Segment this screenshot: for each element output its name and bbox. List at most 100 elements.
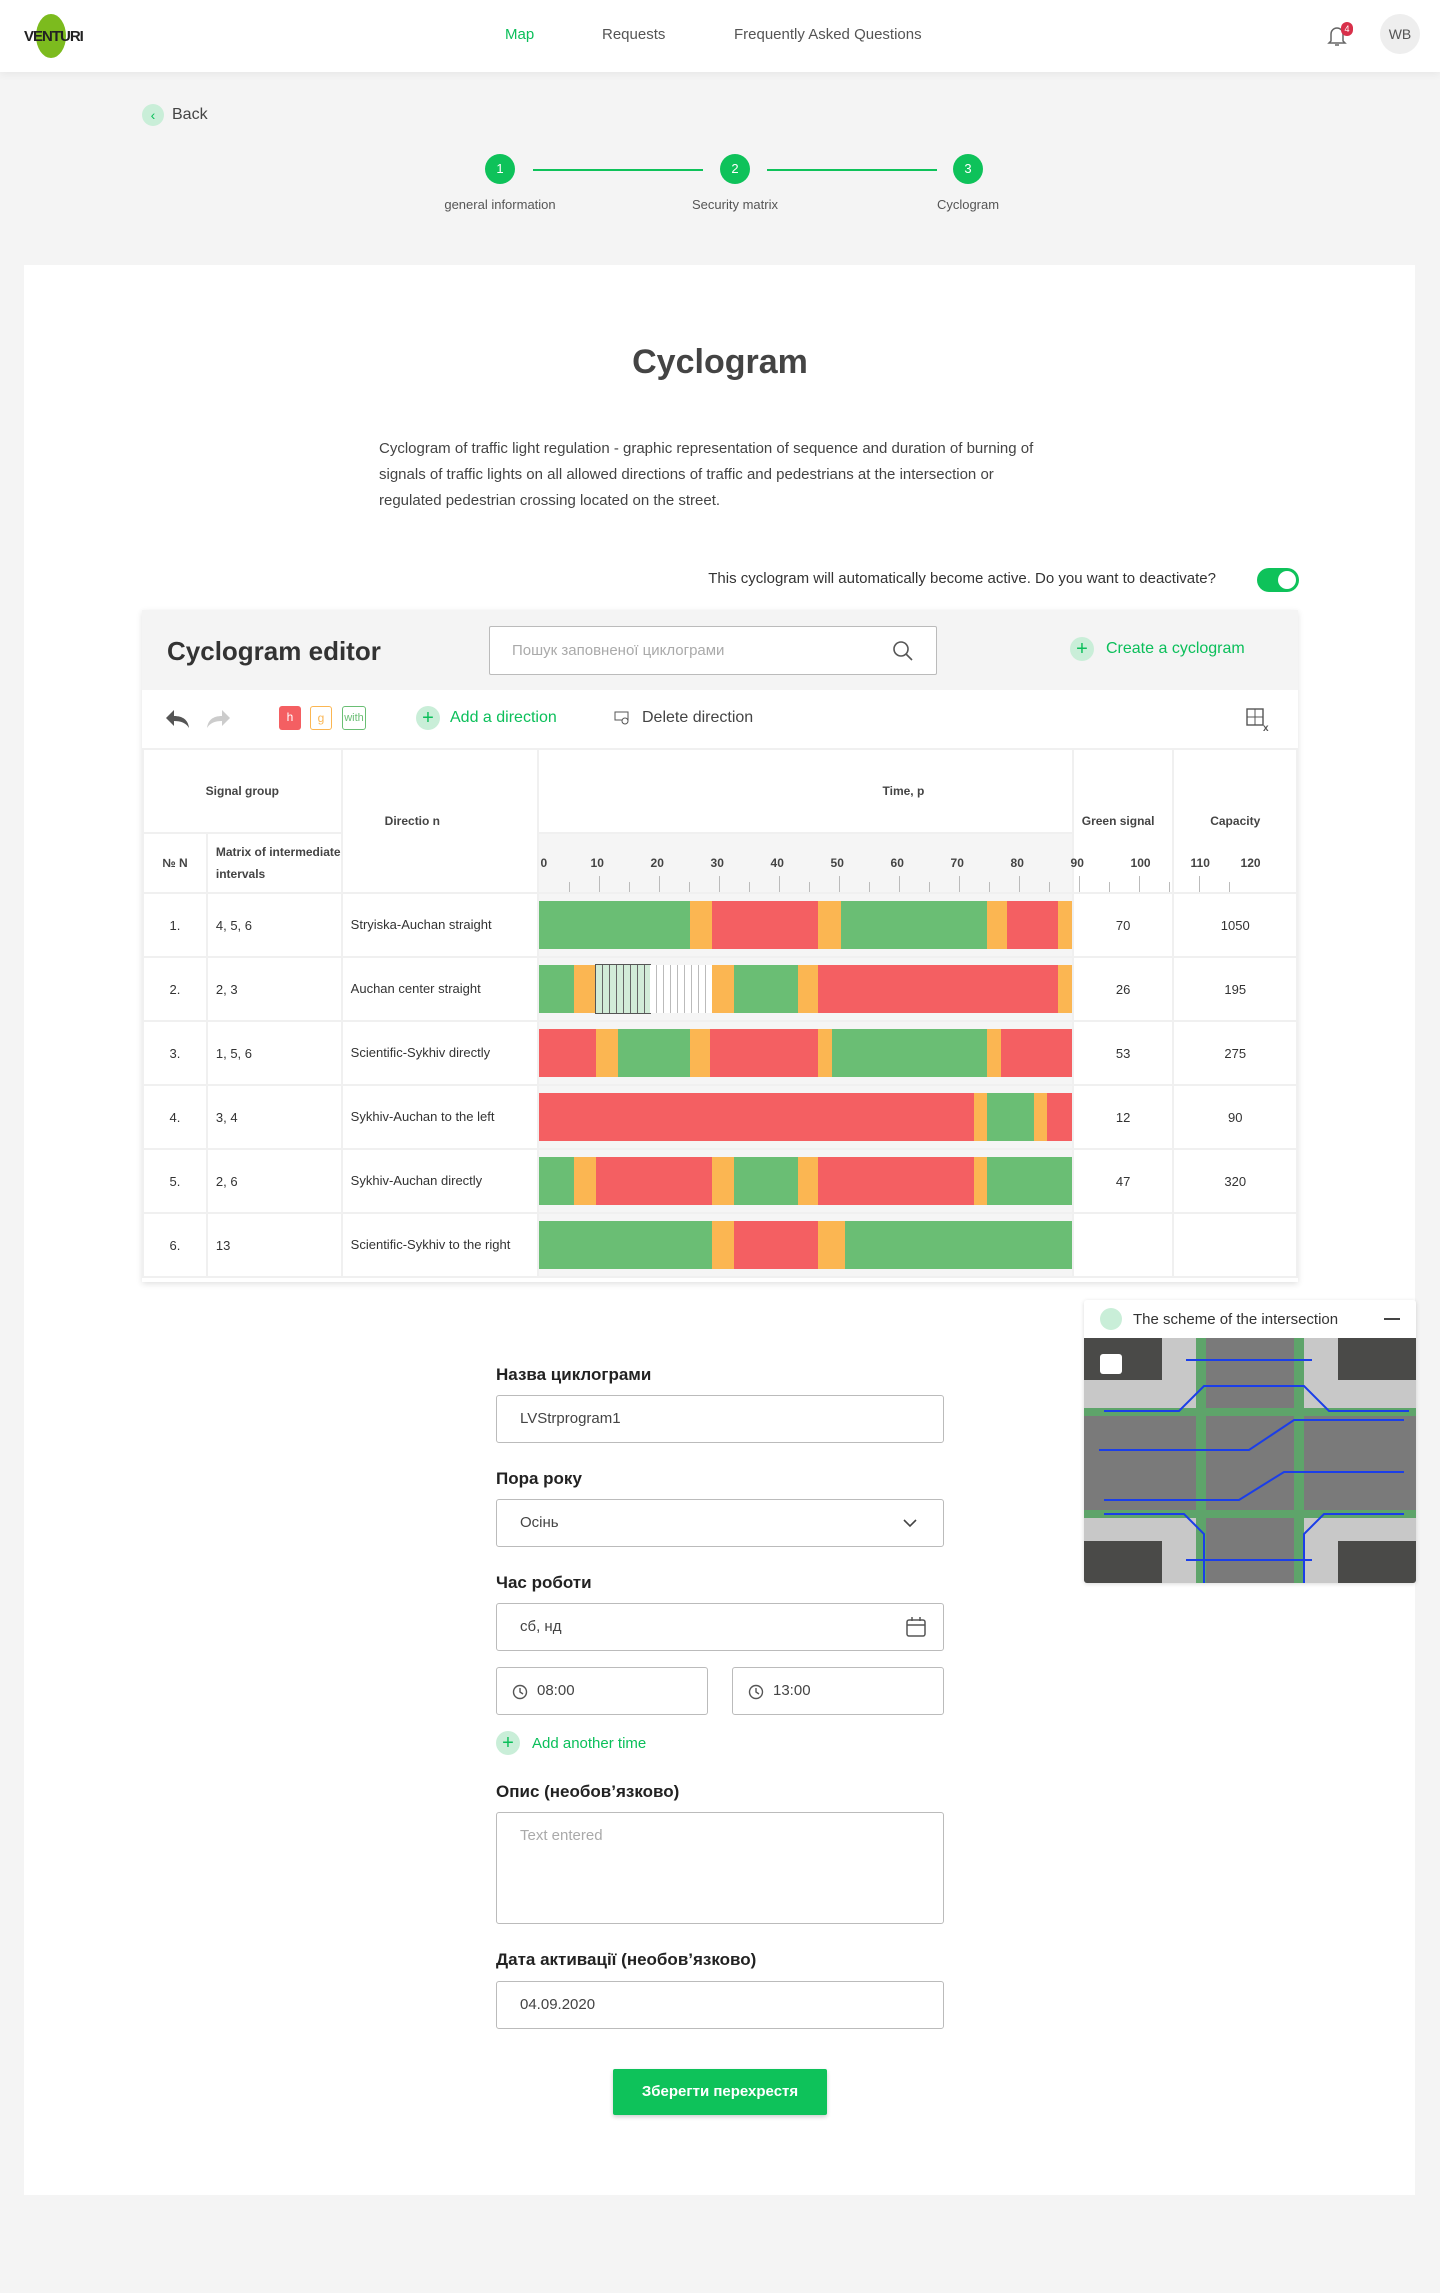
signal-segment-green[interactable] bbox=[538, 901, 690, 949]
signal-segment-red[interactable] bbox=[596, 1157, 712, 1205]
delete-direction-button[interactable]: Delete direction bbox=[614, 709, 753, 727]
signal-segment-yellow[interactable] bbox=[818, 901, 841, 949]
tick-mark bbox=[928, 882, 930, 892]
season-select[interactable]: Осінь bbox=[496, 1499, 944, 1547]
avatar[interactable]: WB bbox=[1380, 14, 1420, 54]
nav-requests[interactable]: Requests bbox=[602, 26, 665, 43]
search-icon[interactable] bbox=[892, 640, 914, 662]
signal-segment-green[interactable] bbox=[831, 1029, 988, 1077]
signal-segment-green[interactable] bbox=[538, 965, 575, 1013]
row-direction: Sykhiv-Auchan directly bbox=[340, 1148, 539, 1214]
chip-red[interactable]: h bbox=[279, 706, 301, 730]
signal-segment-red[interactable] bbox=[818, 965, 1059, 1013]
table-row[interactable]: 3. 1, 5, 6 Scientific-Sykhiv directly 53 275 bbox=[142, 1020, 1298, 1086]
undo-icon[interactable] bbox=[164, 708, 192, 730]
signal-segment-red[interactable] bbox=[734, 1221, 819, 1269]
table-row[interactable]: 2. 2, 3 Auchan center straight 26 195 bbox=[142, 956, 1298, 1022]
row-number: 6. bbox=[142, 1212, 208, 1278]
signal-segment-red[interactable] bbox=[709, 1029, 819, 1077]
tick-mark bbox=[568, 882, 570, 892]
tick-mark bbox=[1168, 882, 1170, 892]
tick-label: 40 bbox=[770, 856, 784, 870]
search-input[interactable]: Пошук заповненої циклограми bbox=[489, 626, 937, 675]
top-header: VENTURI Map Requests Frequently Asked Qu… bbox=[0, 0, 1440, 72]
days-input[interactable]: сб, нд bbox=[496, 1603, 944, 1651]
active-toggle[interactable] bbox=[1257, 568, 1299, 592]
signal-segment-yellow[interactable] bbox=[689, 901, 712, 949]
signal-segment-yellow[interactable] bbox=[689, 1029, 710, 1077]
save-button[interactable]: Зберегти перехрестя bbox=[613, 2069, 827, 2115]
signal-segment-red[interactable] bbox=[818, 1157, 974, 1205]
date-input[interactable]: 04.09.2020 bbox=[496, 1981, 944, 2029]
create-cyclogram-button[interactable]: + Create a cyclogram bbox=[1070, 637, 1245, 661]
table-row[interactable]: 4. 3, 4 Sykhiv-Auchan to the left 12 90 bbox=[142, 1084, 1298, 1150]
signal-segment-yellow[interactable] bbox=[818, 1029, 832, 1077]
signal-segment-yellow[interactable] bbox=[973, 1093, 988, 1141]
signal-segment-green[interactable] bbox=[538, 1157, 575, 1205]
cyclogram-editor: Cyclogram editor Пошук заповненої циклог… bbox=[142, 610, 1298, 1282]
signal-segment-red[interactable] bbox=[538, 1029, 597, 1077]
signal-segment-yellow[interactable] bbox=[711, 965, 734, 1013]
description-textarea[interactable]: Text entered bbox=[496, 1812, 944, 1924]
signal-segment-green[interactable] bbox=[618, 1029, 690, 1077]
signal-segment-red[interactable] bbox=[1047, 1093, 1072, 1141]
signal-segment-yellow[interactable] bbox=[711, 1221, 734, 1269]
step-connector bbox=[533, 169, 703, 171]
signal-segment-red[interactable] bbox=[711, 901, 819, 949]
signal-segment-yellow[interactable] bbox=[711, 1157, 734, 1205]
table-clear-icon[interactable]: x bbox=[1246, 708, 1272, 732]
signal-segment-yellow[interactable] bbox=[596, 1029, 619, 1077]
step-3[interactable]: 3 bbox=[953, 154, 983, 184]
signal-segment-yellow[interactable] bbox=[973, 1157, 988, 1205]
signal-segment-green[interactable] bbox=[840, 901, 988, 949]
add-time-button[interactable]: + Add another time bbox=[496, 1731, 646, 1755]
signal-segment-green[interactable] bbox=[987, 1093, 1034, 1141]
table-row[interactable]: 5. 2, 6 Sykhiv-Auchan directly 47 320 bbox=[142, 1148, 1298, 1214]
signal-segment-yellow[interactable] bbox=[798, 965, 819, 1013]
signal-segment-yellow[interactable] bbox=[574, 1157, 597, 1205]
signal-segment-yellow[interactable] bbox=[818, 1221, 846, 1269]
time-from-input[interactable]: 08:00 bbox=[496, 1667, 708, 1715]
signal-segment-yellow[interactable] bbox=[798, 1157, 819, 1205]
tick-mark bbox=[868, 882, 870, 892]
chip-yellow[interactable]: g bbox=[310, 706, 332, 730]
minimize-icon[interactable] bbox=[1384, 1318, 1400, 1320]
signal-segment-hatch[interactable] bbox=[649, 965, 712, 1013]
table-row[interactable]: 1. 4, 5, 6 Stryiska-Auchan straight 70 1050 bbox=[142, 892, 1298, 958]
signal-segment-red[interactable] bbox=[1000, 1029, 1072, 1077]
signal-segment-green[interactable] bbox=[734, 1157, 799, 1205]
table-row[interactable]: 6. 13 Scientific-Sykhiv to the right bbox=[142, 1212, 1298, 1278]
step-2[interactable]: 2 bbox=[720, 154, 750, 184]
signal-segment-yellow[interactable] bbox=[1058, 901, 1072, 949]
signal-segment-yellow[interactable] bbox=[1033, 1093, 1048, 1141]
redo-icon[interactable] bbox=[204, 708, 232, 730]
signal-segment-yellow[interactable] bbox=[987, 901, 1008, 949]
chip-green[interactable]: with bbox=[342, 706, 366, 730]
expand-icon[interactable] bbox=[1100, 1354, 1122, 1374]
logo[interactable]: VENTURI bbox=[22, 14, 86, 58]
tick-mark bbox=[1078, 876, 1080, 892]
step-1[interactable]: 1 bbox=[485, 154, 515, 184]
nav-faq[interactable]: Frequently Asked Questions bbox=[734, 26, 922, 43]
row-direction: Sykhiv-Auchan to the left bbox=[340, 1084, 539, 1150]
tick-label: 30 bbox=[710, 856, 724, 870]
signal-segment-green[interactable] bbox=[987, 1157, 1072, 1205]
signal-segment-green[interactable] bbox=[845, 1221, 1072, 1269]
signal-segment-green[interactable] bbox=[538, 1221, 712, 1269]
signal-segment-red[interactable] bbox=[538, 1093, 974, 1141]
calendar-icon[interactable] bbox=[905, 1616, 927, 1638]
signal-segment-red[interactable] bbox=[1007, 901, 1059, 949]
add-direction-button[interactable]: + Add a direction bbox=[416, 706, 557, 730]
tick-mark bbox=[898, 876, 900, 892]
signal-segment-yellow[interactable] bbox=[987, 1029, 1001, 1077]
name-label: Назва циклограми bbox=[496, 1365, 652, 1384]
back-button[interactable]: ‹ Back bbox=[142, 104, 208, 126]
signal-segment-hatch-green[interactable] bbox=[595, 964, 651, 1014]
signal-segment-yellow[interactable] bbox=[574, 965, 597, 1013]
time-ticks: 0 10 20 30 40 50 60 70 80 90 100 110 120 bbox=[539, 834, 1261, 892]
signal-segment-yellow[interactable] bbox=[1058, 965, 1072, 1013]
time-to-input[interactable]: 13:00 bbox=[732, 1667, 944, 1715]
signal-segment-green[interactable] bbox=[734, 965, 799, 1013]
name-input[interactable]: LVStrprogram1 bbox=[496, 1395, 944, 1443]
nav-map[interactable]: Map bbox=[505, 26, 534, 43]
